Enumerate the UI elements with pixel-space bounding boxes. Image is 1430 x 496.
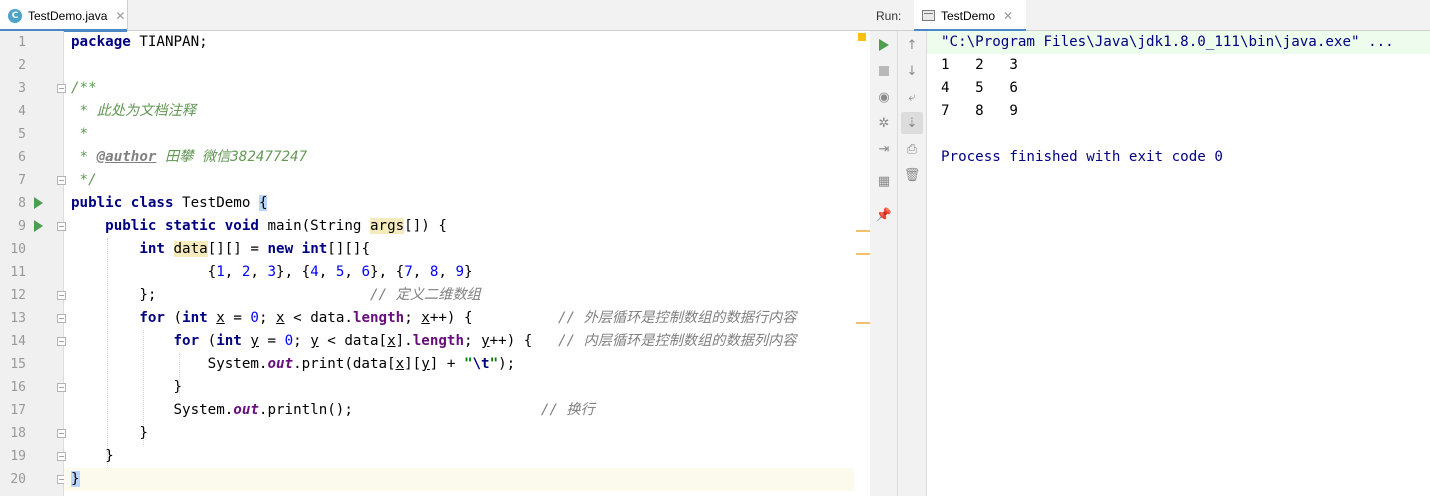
stop-icon xyxy=(879,66,889,76)
run-title: Run: xyxy=(876,9,902,23)
line-number: 7 xyxy=(18,173,26,188)
line-number-gutter[interactable]: 1 2 3 4 5 6 7 8 9 10 11 12 13 14 15 16 1… xyxy=(0,31,66,496)
pin-tab-button[interactable]: 📌 xyxy=(873,204,895,226)
line-number: 10 xyxy=(10,242,26,257)
console-command-line: "C:\Program Files\Java\jdk1.8.0_111\bin\… xyxy=(941,34,1394,50)
code-line: public static void main(String args[]) { xyxy=(105,218,447,234)
run-main-icon[interactable] xyxy=(34,220,43,232)
editor-tab-bar: C TestDemo.java ✕ xyxy=(0,0,870,32)
code-line: /** xyxy=(71,80,97,96)
error-stripe[interactable] xyxy=(854,31,870,496)
stripe-mark[interactable] xyxy=(856,230,870,232)
code-line: for (int x = 0; x < data.length; x++) { … xyxy=(139,310,797,326)
line-number: 5 xyxy=(18,127,26,142)
stripe-mark[interactable] xyxy=(856,322,870,324)
console-icon xyxy=(922,10,935,21)
stop-button[interactable] xyxy=(873,60,895,82)
code-line: System.out.println(); // 换行 xyxy=(173,402,595,418)
editor-pane[interactable]: C TestDemo.java ✕ 1 2 3 4 5 6 7 8 9 10 1… xyxy=(0,0,870,496)
line-number: 18 xyxy=(10,426,26,441)
layout-icon: ▦ xyxy=(877,173,891,189)
line-number: 11 xyxy=(10,265,26,280)
line-number: 14 xyxy=(10,334,26,349)
clear-all-button[interactable]: 🗑 xyxy=(901,164,923,186)
code-line: */ xyxy=(71,172,97,188)
code-line-current: } xyxy=(64,468,854,491)
code-line: System.out.print(data[x][y] + "\t"); xyxy=(207,356,516,372)
stripe-mark[interactable] xyxy=(856,253,870,255)
run-toolbar-primary: ◉ ✲ ⇥ ▦ 📌 xyxy=(870,31,898,496)
line-number: 15 xyxy=(10,357,26,372)
code-line: {1, 2, 3}, {4, 5, 6}, {7, 8, 9} xyxy=(207,264,473,280)
code-area[interactable]: package TIANPAN; /** * 此处为文档注释 * * @auth… xyxy=(64,31,854,496)
line-number: 2 xyxy=(18,58,26,73)
line-number: 9 xyxy=(18,219,26,234)
print-button[interactable]: ⎙ xyxy=(901,138,923,160)
line-number: 13 xyxy=(10,311,26,326)
scroll-to-end-button[interactable]: ⇣ xyxy=(901,112,923,134)
arrow-up-icon: ↑ xyxy=(906,37,918,53)
line-number: 8 xyxy=(18,196,26,211)
line-number: 19 xyxy=(10,449,26,464)
tab-label: TestDemo xyxy=(941,8,996,23)
code-line: public class TestDemo { xyxy=(71,195,268,211)
code-line: int data[][] = new int[][]{ xyxy=(139,241,370,257)
line-number: 4 xyxy=(18,104,26,119)
run-toolbar-secondary: ↑ ↓ ⤶ ⇣ ⎙ 🗑 xyxy=(898,31,927,496)
soft-wrap-button[interactable]: ⤶ xyxy=(901,86,923,108)
line-number: 3 xyxy=(18,81,26,96)
code-line: for (int y = 0; y < data[x].length; y++)… xyxy=(173,333,797,349)
line-number: 17 xyxy=(10,403,26,418)
tab-testdemo-java[interactable]: C TestDemo.java ✕ xyxy=(0,0,128,32)
code-line: } xyxy=(173,379,183,395)
pin-icon: 📌 xyxy=(875,207,893,223)
run-class-icon[interactable] xyxy=(34,197,43,209)
tab-run-testdemo[interactable]: TestDemo ✕ xyxy=(914,0,1026,32)
code-line: * 此处为文档注释 xyxy=(71,103,196,119)
console-exit-message: Process finished with exit code 0 xyxy=(941,149,1223,165)
code-line: package TIANPAN; xyxy=(71,34,208,50)
close-icon[interactable]: ✕ xyxy=(115,9,125,23)
console-output-line: 1 2 3 xyxy=(941,57,1018,73)
play-icon xyxy=(879,39,889,51)
restore-layout-button[interactable]: ▦ xyxy=(873,170,895,192)
run-header: Run: TestDemo ✕ xyxy=(870,0,1430,32)
scroll-to-end-icon: ⇣ xyxy=(906,115,918,131)
dump-threads-button[interactable]: ◉ xyxy=(873,86,895,108)
run-tool-window[interactable]: Run: TestDemo ✕ ◉ ✲ ⇥ ▦ 📌 ↑ ↓ ⤶ ⇣ ⎙ 🗑 "C… xyxy=(870,0,1430,496)
trash-icon: 🗑 xyxy=(903,167,921,183)
tab-label: TestDemo.java xyxy=(28,8,108,23)
line-number: 20 xyxy=(10,472,26,487)
java-class-icon: C xyxy=(8,8,22,23)
camera-icon: ◉ xyxy=(878,89,890,105)
console-output[interactable]: "C:\Program Files\Java\jdk1.8.0_111\bin\… xyxy=(927,31,1430,496)
next-occurrence-button[interactable]: ↓ xyxy=(901,60,923,82)
login-icon: ⇥ xyxy=(878,141,890,157)
console-output-line: 7 8 9 xyxy=(941,103,1018,119)
code-line: }; // 定义二维数组 xyxy=(139,287,481,303)
inspection-status-icon[interactable] xyxy=(858,33,866,41)
wrap-icon: ⤶ xyxy=(908,89,916,105)
exit-button[interactable]: ⇥ xyxy=(873,138,895,160)
print-icon: ⎙ xyxy=(906,141,918,157)
close-icon[interactable]: ✕ xyxy=(1003,9,1013,23)
code-line: } xyxy=(139,425,148,441)
code-line: * xyxy=(71,126,89,142)
rerun-button[interactable] xyxy=(873,34,895,56)
settings-button[interactable]: ✲ xyxy=(873,112,895,134)
arrow-down-icon: ↓ xyxy=(906,63,918,79)
line-number: 6 xyxy=(18,150,26,165)
previous-occurrence-button[interactable]: ↑ xyxy=(901,34,923,56)
line-number: 16 xyxy=(10,380,26,395)
code-line: } xyxy=(105,448,114,464)
settings-icon: ✲ xyxy=(878,115,890,131)
console-output-line: 4 5 6 xyxy=(941,80,1018,96)
code-line: * @author 田攀 微信382477247 xyxy=(71,149,308,165)
line-number: 12 xyxy=(10,288,26,303)
line-number: 1 xyxy=(18,35,26,50)
